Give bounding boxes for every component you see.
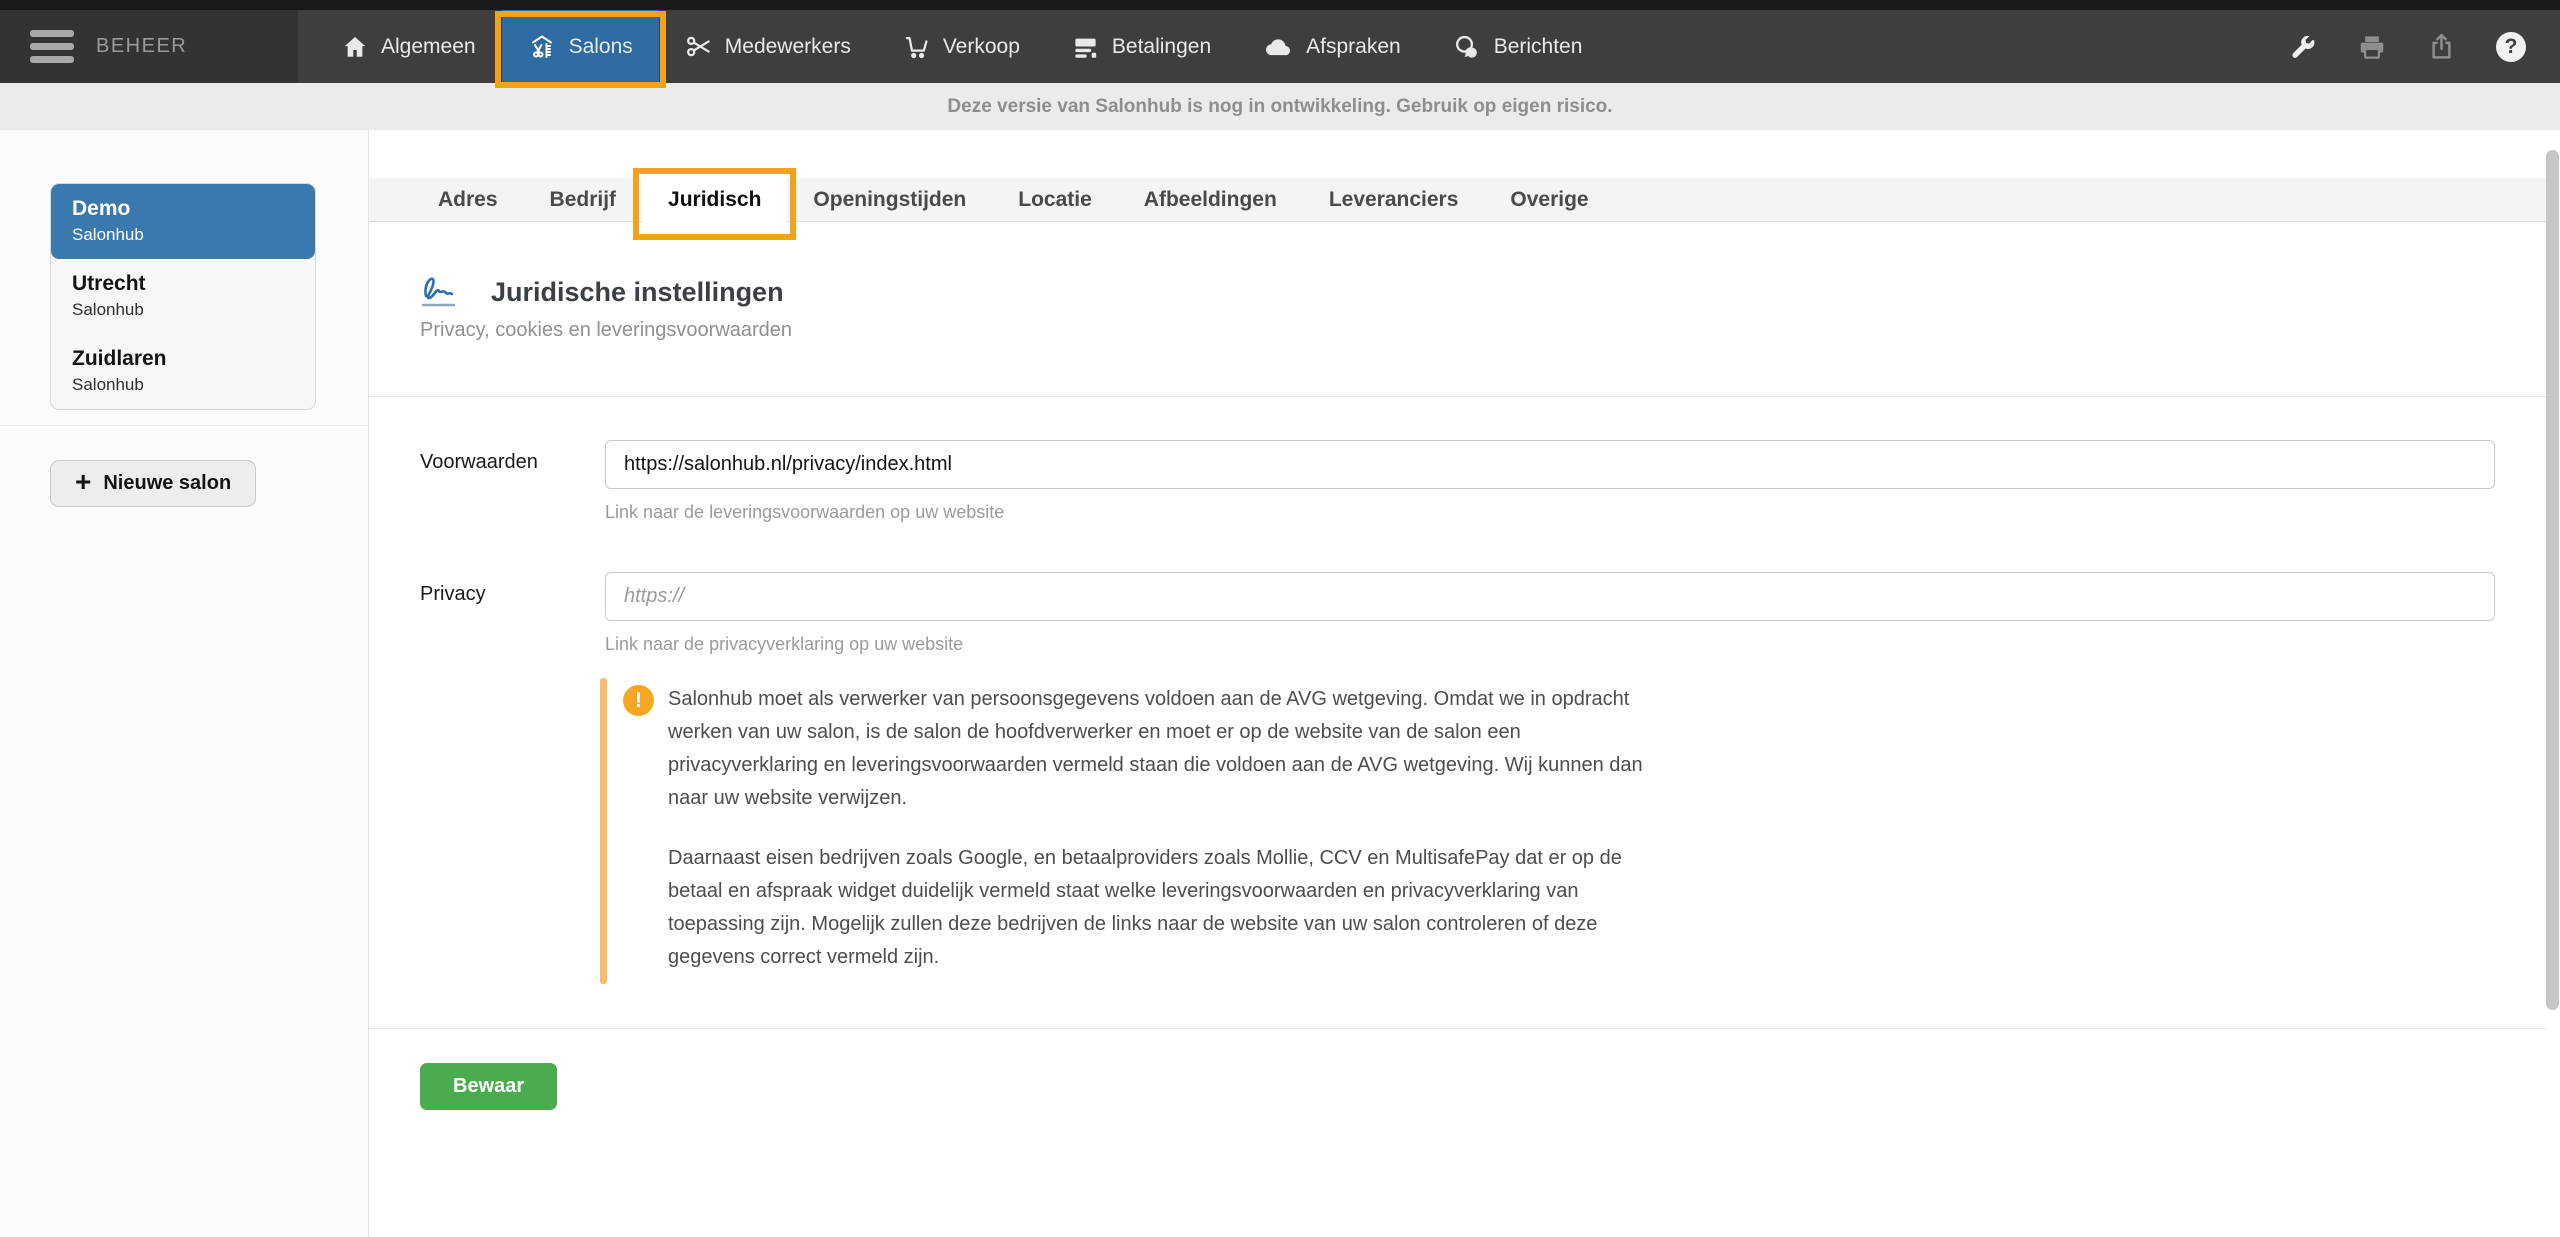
salon-name: Utrecht	[72, 272, 294, 296]
window-top-strip	[0, 0, 2560, 10]
topbar: BEHEER Algemeen Salons	[0, 10, 2560, 83]
salon-list: Demo Salonhub Utrecht Salonhub Zuidlaren…	[50, 183, 316, 410]
tab-label: Locatie	[1018, 188, 1092, 212]
privacy-label: Privacy	[420, 572, 605, 621]
cart-icon	[903, 33, 930, 60]
tab-afbeeldingen[interactable]: Afbeeldingen	[1118, 178, 1303, 222]
notice-paragraph-1: Salonhub moet als verwerker van persoons…	[668, 683, 1653, 815]
beheer-label: BEHEER	[96, 35, 187, 58]
tab-overige[interactable]: Overige	[1484, 178, 1614, 222]
tab-juridisch[interactable]: Juridisch	[642, 178, 787, 236]
nav-item-label: Salons	[569, 35, 633, 59]
tab-label: Adres	[438, 188, 498, 212]
nav-item-label: Berichten	[1494, 35, 1583, 59]
tab-openingstijden[interactable]: Openingstijden	[787, 178, 992, 222]
tab-leveranciers[interactable]: Leveranciers	[1303, 178, 1485, 222]
vertical-scrollbar-thumb[interactable]	[2546, 150, 2559, 1010]
new-salon-button[interactable]: + Nieuwe salon	[50, 460, 256, 507]
voorwaarden-input[interactable]	[605, 440, 2495, 489]
hamburger-icon	[30, 30, 74, 63]
tab-label: Bedrijf	[550, 188, 617, 212]
page-body: Demo Salonhub Utrecht Salonhub Zuidlaren…	[0, 130, 2560, 1237]
salon-name: Zuidlaren	[72, 347, 294, 371]
salon-subtitle: Salonhub	[72, 225, 294, 245]
salon-item-utrecht[interactable]: Utrecht Salonhub	[51, 259, 315, 334]
notice-paragraph-2: Daarnaast eisen bedrijven zoals Google, …	[668, 842, 1653, 974]
salon-icon	[528, 33, 556, 61]
printer-icon[interactable]	[2357, 32, 2387, 62]
nav-item-afspraken[interactable]: Afspraken	[1237, 10, 1427, 83]
nav-item-label: Medewerkers	[725, 35, 851, 59]
divider	[369, 396, 2547, 397]
notice-accent-bar	[600, 678, 607, 984]
main-nav: Algemeen Salons Medewerkers	[316, 10, 1608, 83]
divider	[369, 1028, 2547, 1029]
nav-item-label: Verkoop	[943, 35, 1020, 59]
share-icon[interactable]	[2427, 32, 2456, 61]
nav-item-medewerkers[interactable]: Medewerkers	[659, 10, 877, 83]
main-panel: Adres Bedrijf Juridisch Openingstijden L…	[369, 130, 2547, 1237]
tab-locatie[interactable]: Locatie	[992, 178, 1118, 222]
nav-item-verkoop[interactable]: Verkoop	[877, 10, 1046, 83]
help-icon[interactable]: ?	[2496, 32, 2526, 62]
tab-label: Leveranciers	[1329, 188, 1459, 212]
privacy-help: Link naar de privacyverklaring op uw web…	[605, 634, 963, 655]
tab-label: Overige	[1510, 188, 1588, 212]
tab-label: Openingstijden	[813, 188, 966, 212]
nav-item-algemeen[interactable]: Algemeen	[316, 10, 502, 83]
salon-subtitle: Salonhub	[72, 300, 294, 320]
warning-icon: !	[623, 685, 654, 716]
sidebar-divider	[0, 425, 368, 426]
voorwaarden-row: Voorwaarden	[420, 440, 2495, 489]
cloud-icon	[1263, 32, 1293, 62]
notice-text: Salonhub moet als verwerker van persoons…	[668, 683, 1653, 974]
nav-item-label: Afspraken	[1306, 35, 1401, 59]
salon-sidebar: Demo Salonhub Utrecht Salonhub Zuidlaren…	[0, 130, 368, 1237]
salon-name: Demo	[72, 197, 294, 221]
plus-icon: +	[75, 468, 91, 496]
nav-item-label: Algemeen	[381, 35, 476, 59]
privacy-input[interactable]	[605, 572, 2495, 621]
tab-bedrijf[interactable]: Bedrijf	[524, 178, 643, 222]
salon-item-demo[interactable]: Demo Salonhub	[51, 184, 315, 259]
payments-icon	[1072, 33, 1099, 60]
dev-warning-banner: Deze versie van Salonhub is nog in ontwi…	[0, 83, 2560, 130]
voorwaarden-label: Voorwaarden	[420, 440, 605, 489]
salon-item-zuidlaren[interactable]: Zuidlaren Salonhub	[51, 334, 315, 409]
salon-tabs: Adres Bedrijf Juridisch Openingstijden L…	[369, 178, 2547, 222]
beheer-menu-button[interactable]: BEHEER	[0, 10, 298, 83]
tab-label: Afbeeldingen	[1144, 188, 1277, 212]
tab-adres[interactable]: Adres	[412, 178, 524, 222]
signature-icon	[420, 268, 466, 317]
section-header: Juridische instellingen	[420, 268, 784, 317]
chat-icon	[1453, 33, 1481, 61]
wrench-icon[interactable]	[2288, 32, 2317, 61]
section-subtitle: Privacy, cookies en leveringsvoorwaarden	[420, 319, 792, 342]
nav-item-salons[interactable]: Salons	[502, 10, 659, 83]
salon-subtitle: Salonhub	[72, 375, 294, 395]
scissors-icon	[685, 33, 712, 60]
nav-item-betalingen[interactable]: Betalingen	[1046, 10, 1237, 83]
tab-label: Juridisch	[668, 188, 761, 212]
help-glyph: ?	[2505, 35, 2518, 59]
nav-item-label: Betalingen	[1112, 35, 1211, 59]
warning-glyph: !	[635, 689, 642, 713]
privacy-row: Privacy	[420, 572, 2495, 621]
topbar-actions: ?	[2288, 10, 2560, 83]
home-icon	[342, 34, 368, 60]
save-button[interactable]: Bewaar	[420, 1063, 557, 1110]
section-title: Juridische instellingen	[491, 277, 784, 308]
voorwaarden-help: Link naar de leveringsvoorwaarden op uw …	[605, 502, 1004, 523]
avg-notice: ! Salonhub moet als verwerker van persoo…	[600, 678, 2010, 984]
new-salon-label: Nieuwe salon	[103, 472, 231, 495]
dev-warning-text: Deze versie van Salonhub is nog in ontwi…	[947, 96, 1612, 118]
nav-item-berichten[interactable]: Berichten	[1427, 10, 1609, 83]
